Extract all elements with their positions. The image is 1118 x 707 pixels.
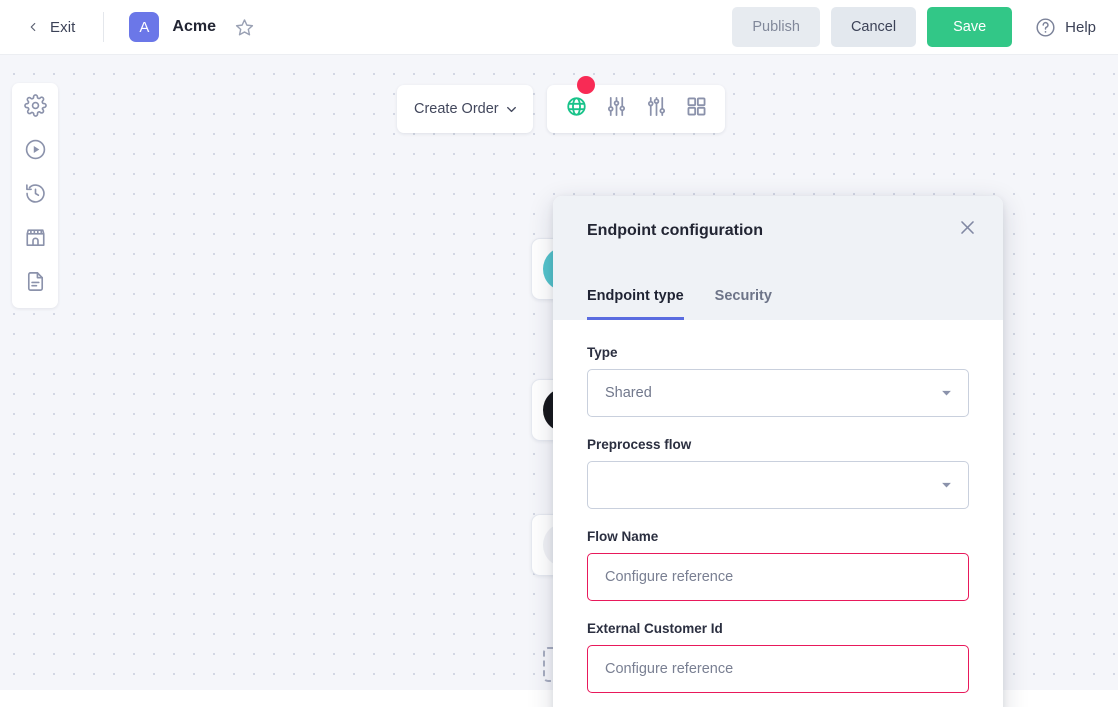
close-icon — [958, 218, 977, 242]
field-preprocess-flow: Preprocess flow — [587, 437, 969, 509]
field-label: External Customer Id — [587, 621, 969, 636]
type-select[interactable]: Shared — [587, 369, 969, 417]
dialog-title: Endpoint configuration — [587, 222, 969, 240]
exit-label: Exit — [50, 19, 75, 36]
document-icon — [24, 270, 47, 298]
toolbar-divider — [103, 12, 104, 42]
type-select-value: Shared — [605, 385, 652, 401]
tab-endpoint-type[interactable]: Endpoint type — [587, 288, 684, 320]
sidebar-item-history[interactable] — [22, 182, 49, 209]
chevron-left-icon — [26, 20, 40, 34]
grid-icon — [685, 95, 708, 123]
flow-select[interactable]: Create Order — [397, 85, 533, 133]
sidebar-item-marketplace[interactable] — [22, 226, 49, 253]
preprocess-flow-select[interactable] — [587, 461, 969, 509]
gear-icon — [24, 94, 47, 122]
tab-security[interactable]: Security — [715, 288, 772, 320]
play-circle-icon — [24, 138, 47, 166]
sidebar-item-run[interactable] — [22, 138, 49, 165]
dialog-tabs: Endpoint type Security — [587, 288, 772, 320]
status-badge — [577, 76, 595, 94]
left-rail — [12, 83, 58, 308]
cancel-button[interactable]: Cancel — [831, 7, 916, 47]
tab-settings-sliders[interactable] — [601, 94, 631, 124]
flow-name-input[interactable]: Configure reference — [587, 553, 969, 601]
external-customer-id-input[interactable]: Configure reference — [587, 645, 969, 693]
chevron-down-icon — [939, 478, 954, 493]
history-clock-icon — [24, 182, 47, 210]
tool-icon-bar — [547, 85, 725, 133]
flow-select-value: Create Order — [414, 101, 499, 117]
field-label: Type — [587, 345, 969, 360]
flow-name-placeholder: Configure reference — [605, 569, 733, 585]
flow-canvas[interactable]: Create Order — [0, 55, 1118, 690]
tab-endpoint[interactable] — [561, 94, 591, 124]
close-button[interactable] — [955, 218, 979, 242]
field-type: Type Shared — [587, 345, 969, 417]
dialog-header: Endpoint configuration Endpoint type Sec… — [553, 196, 1003, 320]
page-title: Acme — [172, 18, 216, 36]
chevron-down-icon — [504, 102, 519, 117]
field-label: Flow Name — [587, 529, 969, 544]
help-label: Help — [1065, 19, 1096, 36]
field-external-customer-id: External Customer Id Configure reference — [587, 621, 969, 693]
external-customer-id-placeholder: Configure reference — [605, 661, 733, 677]
app-root: Exit A Acme Publish Cancel Save — [0, 0, 1118, 707]
globe-icon — [565, 95, 588, 123]
field-flow-name: Flow Name Configure reference — [587, 529, 969, 601]
tab-grid-view[interactable] — [681, 94, 711, 124]
save-button[interactable]: Save — [927, 7, 1012, 47]
endpoint-configuration-dialog: Endpoint configuration Endpoint type Sec… — [553, 196, 1003, 707]
dialog-body: Type Shared Preprocess flow — [553, 320, 1003, 693]
top-actions: Publish Cancel Save Help — [732, 7, 1096, 47]
help-button[interactable]: Help — [1035, 17, 1096, 38]
field-label: Preprocess flow — [587, 437, 969, 452]
sliders-icon — [605, 95, 628, 123]
store-icon — [24, 226, 47, 254]
chevron-down-icon — [939, 386, 954, 401]
star-outline-icon[interactable] — [235, 18, 254, 37]
sliders-alt-icon — [645, 95, 668, 123]
sidebar-item-documents[interactable] — [22, 270, 49, 297]
question-circle-icon — [1035, 17, 1056, 38]
tab-advanced-sliders[interactable] — [641, 94, 671, 124]
brand-group: A Acme — [129, 12, 254, 42]
sidebar-item-settings[interactable] — [22, 94, 49, 121]
canvas-toolbar: Create Order — [397, 85, 725, 133]
top-bar: Exit A Acme Publish Cancel Save — [0, 0, 1118, 55]
exit-button[interactable]: Exit — [26, 19, 75, 36]
publish-button[interactable]: Publish — [732, 7, 820, 47]
avatar: A — [129, 12, 159, 42]
